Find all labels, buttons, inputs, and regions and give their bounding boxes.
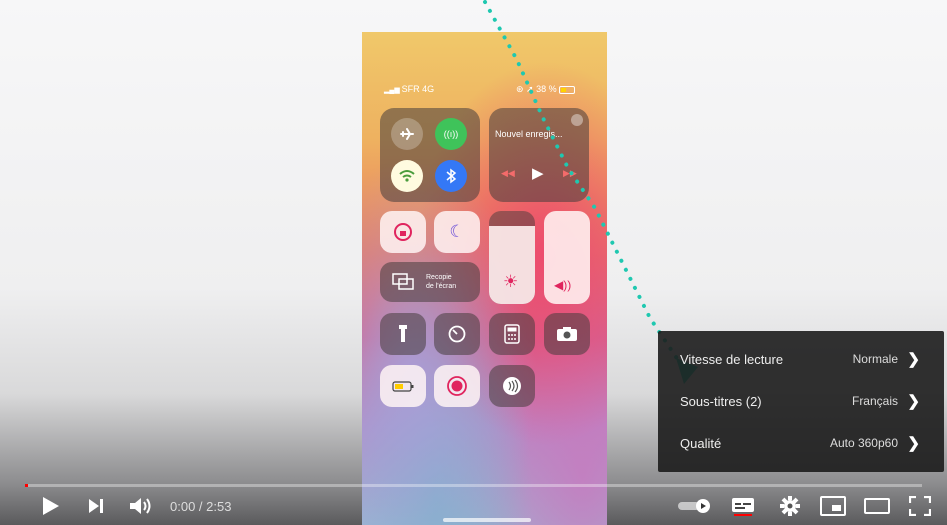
brightness-icon: ☀ — [503, 272, 519, 291]
menu-item-value: Français — [851, 394, 898, 408]
screen-mirroring-icon — [392, 273, 414, 290]
calculator-button[interactable] — [489, 313, 535, 355]
next-icon — [89, 499, 103, 513]
airplane-icon[interactable] — [391, 118, 423, 150]
rotation-lock-button[interactable] — [380, 211, 426, 253]
menu-item-value: Normale — [852, 352, 898, 366]
subtitles-button[interactable] — [726, 487, 760, 525]
timer-icon — [448, 325, 466, 343]
play-icon — [43, 497, 59, 515]
chevron-right-icon: ❯ — [907, 435, 920, 452]
carrier-status: ▂▄▆ SFR 4G — [384, 84, 434, 94]
low-power-button[interactable] — [380, 365, 426, 407]
airplay-icon[interactable] — [571, 114, 583, 126]
miniplayer-icon — [820, 496, 846, 516]
signal-icon: ▂▄▆ — [384, 87, 402, 94]
rewind-icon[interactable]: ◀◀ — [501, 168, 515, 179]
battery-icon — [559, 85, 576, 94]
menu-item-quality[interactable]: Qualité Auto 360p60 ❯ — [658, 423, 944, 463]
camera-icon — [557, 327, 577, 341]
subtitles-icon — [732, 498, 754, 516]
menu-item-label: Vitesse de lecture — [680, 351, 784, 367]
next-button[interactable] — [80, 487, 112, 525]
settings-gear-icon — [780, 496, 800, 516]
do-not-disturb-button[interactable]: ☾ — [434, 211, 480, 253]
hearing-button[interactable] — [489, 365, 535, 407]
settings-menu: Vitesse de lecture Normale ❯ Sous-titres… — [658, 331, 944, 472]
menu-item-playback-speed[interactable]: Vitesse de lecture Normale ❯ — [658, 339, 944, 379]
now-playing-title: Nouvel enregis... — [495, 129, 563, 139]
cellular-data-icon[interactable]: ((ı)) — [435, 118, 467, 150]
record-icon — [447, 376, 467, 396]
flashlight-button[interactable] — [380, 313, 426, 355]
battery-mode-icon — [392, 380, 414, 392]
autoplay-toggle-icon — [678, 499, 710, 513]
video-player[interactable]: ▂▄▆ SFR 4G ⊛ ➚ 38 % ((ı)) Nouvel enregis… — [0, 0, 947, 525]
time-display: 0:00 / 2:53 — [170, 498, 232, 514]
forward-icon[interactable]: ▶▶ — [563, 168, 577, 179]
screen-mirroring-label-2: de l'écran — [426, 283, 457, 290]
menu-item-label: Sous-titres (2) — [680, 393, 762, 409]
connectivity-tile[interactable]: ((ı)) — [380, 108, 480, 202]
bluetooth-icon[interactable] — [435, 160, 467, 192]
volume-icon — [130, 498, 151, 514]
now-playing-tile[interactable]: Nouvel enregis... ◀◀ ▶ ▶▶ — [489, 108, 589, 202]
menu-item-subtitles[interactable]: Sous-titres (2) Français ❯ — [658, 381, 944, 421]
moon-icon: ☾ — [449, 222, 465, 241]
miniplayer-button[interactable] — [816, 487, 850, 525]
flashlight-icon — [399, 325, 407, 342]
rotation-lock-icon — [394, 223, 412, 241]
speaker-icon: ◀)) — [554, 278, 572, 292]
fullscreen-button[interactable] — [903, 487, 937, 525]
video-frame-phone-screen: ▂▄▆ SFR 4G ⊛ ➚ 38 % ((ı)) Nouvel enregis… — [362, 32, 607, 525]
camera-button[interactable] — [544, 313, 590, 355]
settings-button[interactable] — [773, 487, 807, 525]
autoplay-toggle[interactable] — [676, 487, 714, 525]
battery-percent: 38 % — [536, 84, 557, 94]
play-button[interactable] — [32, 487, 68, 525]
theater-mode-button[interactable] — [860, 487, 894, 525]
battery-status: ⊛ ➚ 38 % — [516, 84, 576, 95]
carrier-label: SFR 4G — [401, 84, 435, 94]
timer-button[interactable] — [434, 313, 480, 355]
play-icon-phone[interactable]: ▶ — [532, 164, 544, 182]
calculator-icon — [504, 324, 520, 344]
brightness-slider[interactable]: ☀ — [489, 211, 535, 304]
screen-mirroring-label-1: Recopie — [426, 274, 452, 281]
theater-mode-icon — [864, 498, 890, 514]
screen-mirroring-button[interactable]: Recopie de l'écran — [380, 262, 480, 302]
wifi-icon[interactable] — [391, 160, 423, 192]
screen-record-button[interactable] — [434, 365, 480, 407]
alarm-icon: ⊛ ➚ — [516, 84, 537, 94]
menu-item-label: Qualité — [680, 435, 722, 451]
volume-button[interactable] — [124, 487, 158, 525]
chevron-right-icon: ❯ — [907, 393, 920, 410]
volume-slider[interactable]: ◀)) — [544, 211, 590, 304]
fullscreen-icon — [909, 496, 931, 516]
chevron-right-icon: ❯ — [907, 351, 920, 368]
hearing-icon — [503, 377, 521, 395]
menu-item-value: Auto 360p60 — [829, 436, 898, 450]
